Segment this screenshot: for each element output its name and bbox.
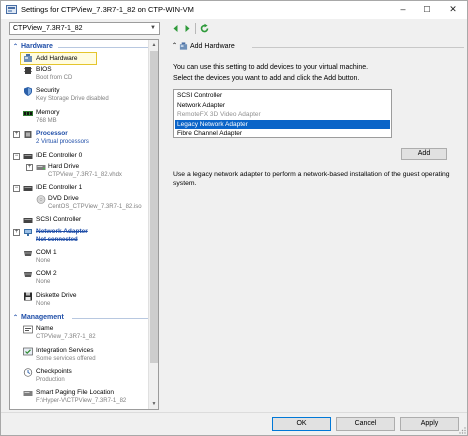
paging-file-icon	[23, 391, 33, 396]
scroll-up-icon[interactable]: ▲	[149, 40, 159, 50]
panel-description: You can use this setting to add devices …	[173, 64, 369, 71]
footer-divider	[1, 412, 467, 413]
com-port-icon	[24, 251, 32, 256]
panel-hint: Use a legacy network adapter to perform …	[173, 171, 450, 187]
diskette-icon	[24, 292, 32, 301]
device-option[interactable]: Fibre Channel Adapter	[175, 129, 390, 139]
hard-drive-icon	[36, 165, 46, 170]
integration-services-icon	[23, 347, 33, 356]
com1-sub: None	[36, 258, 51, 264]
maximize-button[interactable]: ☐	[417, 2, 437, 17]
integration-services-sub: Some services offered	[36, 356, 96, 362]
collapse-chevron-icon: ⌃	[172, 43, 178, 49]
processor-icon	[24, 131, 32, 138]
expand-toggle[interactable]: +	[26, 164, 33, 171]
checkpoint-icon	[23, 368, 33, 377]
add-hardware-label: Add Hardware	[36, 55, 78, 62]
collapse-toggle[interactable]: −	[13, 185, 20, 192]
diskette-drive-sub: None	[36, 301, 51, 307]
settings-app-icon	[6, 5, 17, 14]
back-arrow-icon[interactable]	[170, 23, 181, 34]
device-option: RemoteFX 3D Video Adapter	[177, 111, 261, 118]
network-adapter-icon	[24, 229, 32, 236]
window-title: Settings for CTPView_7.3R7-1_82 on CTP-W…	[21, 5, 194, 14]
resize-grip-icon[interactable]	[458, 426, 466, 434]
dvd-icon	[36, 195, 46, 204]
detail-panel: ⌃ Add Hardware You can use this setting …	[168, 39, 465, 410]
expand-toggle[interactable]: +	[13, 131, 20, 138]
cancel-button[interactable]: Cancel	[336, 417, 395, 431]
collapse-chevron-icon: ⌃	[13, 44, 19, 50]
bios-chip-icon	[24, 67, 32, 74]
collapse-toggle[interactable]: −	[13, 153, 20, 160]
memory-sub: 768 MB	[36, 118, 57, 124]
smart-paging-sub: F:\Hyper-V\CTPView_7.3R7-1_82	[36, 398, 127, 404]
device-list[interactable]: SCSI Controller Network Adapter RemoteFX…	[173, 89, 392, 138]
vm-selector-value: CTPView_7.3R7-1_82	[13, 25, 83, 32]
refresh-icon[interactable]	[199, 23, 210, 34]
close-button[interactable]: ✕	[443, 2, 463, 17]
panel-header: ⌃ Add Hardware	[168, 41, 465, 53]
dvd-drive-sub: CentOS_CTPView_7.3R7-1_82.iso	[48, 204, 142, 210]
tree-scrollbar[interactable]: ▲ ▼	[148, 40, 158, 409]
apply-button[interactable]: Apply	[400, 417, 459, 431]
forward-arrow-icon[interactable]	[182, 23, 193, 34]
panel-instruction: Select the devices you want to add and c…	[173, 75, 360, 82]
panel-title: Add Hardware	[190, 43, 235, 50]
add-hardware-icon	[24, 54, 32, 62]
add-button[interactable]: Add	[401, 148, 447, 160]
ok-button[interactable]: OK	[272, 417, 331, 431]
bios-sub: Boot from CD	[36, 75, 73, 81]
title-bar: Settings for CTPView_7.3R7-1_82 on CTP-W…	[1, 1, 467, 19]
section-divider	[58, 47, 148, 48]
settings-tree: ⌃ Hardware Add Hardware BIOS Boot from C…	[9, 39, 159, 410]
settings-window: Settings for CTPView_7.3R7-1_82 on CTP-W…	[0, 0, 468, 436]
com2-sub: None	[36, 279, 51, 285]
ide-controller-0-label: IDE Controller 0	[36, 152, 83, 159]
vm-selector-dropdown[interactable]: CTPView_7.3R7-1_82 ▼	[9, 22, 160, 35]
processor-sub: 2 Virtual processors	[36, 139, 89, 145]
scsi-controller-icon	[23, 218, 33, 223]
shield-icon	[24, 87, 32, 96]
ide-controller-1-label: IDE Controller 1	[36, 184, 83, 191]
checkpoints-sub: Production	[36, 377, 65, 383]
device-option[interactable]: Network Adapter	[175, 101, 390, 111]
scroll-down-icon[interactable]: ▼	[149, 399, 159, 409]
minimize-button[interactable]: –	[393, 2, 413, 17]
hardware-section-header[interactable]: ⌃ Hardware	[10, 42, 149, 52]
chevron-down-icon: ▼	[150, 25, 156, 31]
ide-controller-icon	[23, 186, 33, 191]
management-header-label: Management	[21, 314, 64, 321]
security-sub: Key Storage Drive disabled	[36, 96, 109, 102]
nav-separator	[195, 23, 196, 34]
section-divider	[72, 318, 148, 319]
ide-controller-icon	[23, 154, 33, 159]
name-icon	[23, 325, 33, 334]
section-divider	[252, 47, 464, 48]
collapse-chevron-icon: ⌃	[13, 315, 19, 321]
expand-toggle[interactable]: +	[13, 229, 20, 236]
network-adapter-sub: Not connected	[36, 237, 78, 243]
hardware-header-label: Hardware	[21, 43, 53, 50]
com-port-icon	[24, 272, 32, 277]
management-section-header[interactable]: ⌃ Management	[10, 313, 149, 323]
memory-icon	[23, 111, 33, 116]
scrollbar-thumb[interactable]	[150, 51, 158, 363]
device-option-selected[interactable]: Legacy Network Adapter	[175, 119, 390, 129]
scsi-controller-label: SCSI Controller	[36, 216, 82, 223]
device-option[interactable]: SCSI Controller	[175, 91, 390, 101]
name-sub: CTPView_7.3R7-1_82	[36, 334, 96, 340]
hard-drive-sub: CTPView_7.3R7-1_82.vhdx	[48, 172, 122, 178]
add-hardware-icon	[179, 42, 188, 50]
